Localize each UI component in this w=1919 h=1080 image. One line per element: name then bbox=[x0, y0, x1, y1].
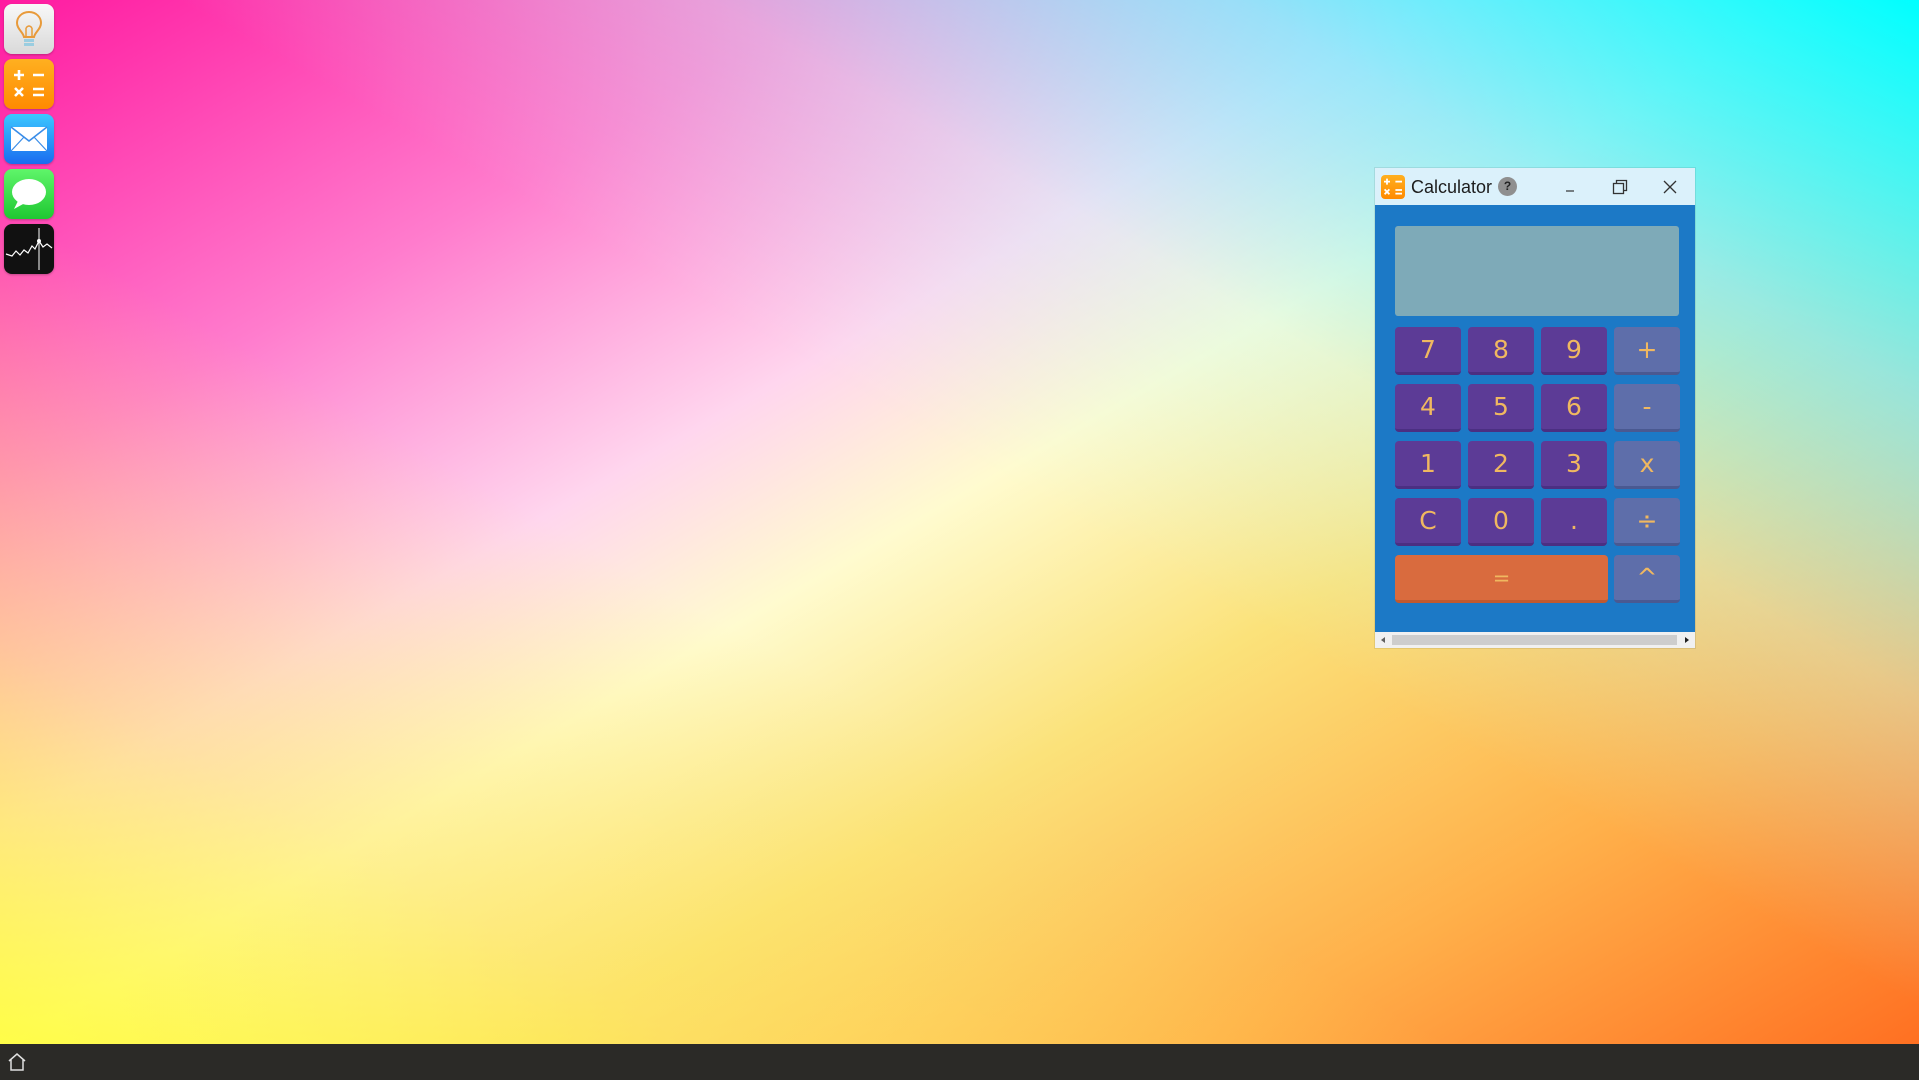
close-button[interactable] bbox=[1650, 172, 1690, 201]
dock-app-messages[interactable] bbox=[4, 169, 54, 219]
dock-app-calculator[interactable] bbox=[4, 59, 54, 109]
key-plus[interactable]: + bbox=[1614, 327, 1680, 375]
scroll-right-button[interactable] bbox=[1679, 632, 1695, 648]
key-minus[interactable]: - bbox=[1614, 384, 1680, 432]
key-5[interactable]: 5 bbox=[1468, 384, 1534, 432]
key-0[interactable]: 0 bbox=[1468, 498, 1534, 546]
speech-bubble-icon bbox=[12, 179, 46, 209]
key-decimal[interactable]: . bbox=[1541, 498, 1607, 546]
key-3[interactable]: 3 bbox=[1541, 441, 1607, 489]
calculator-app-icon bbox=[1381, 175, 1405, 199]
dock-app-tips[interactable] bbox=[4, 4, 54, 54]
key-9[interactable]: 9 bbox=[1541, 327, 1607, 375]
calculator-icon bbox=[14, 70, 44, 97]
caret-left-icon bbox=[1381, 637, 1385, 643]
key-multiply[interactable]: x bbox=[1614, 441, 1680, 489]
caret-right-icon bbox=[1685, 637, 1689, 643]
scroll-left-button[interactable] bbox=[1375, 632, 1391, 648]
calculator-display bbox=[1395, 226, 1679, 316]
minimize-icon bbox=[1566, 189, 1574, 192]
desktop: Calculator ? 7 8 9 + 4 5 6 - 1 2 3 x C 0… bbox=[0, 0, 1919, 1080]
taskbar bbox=[0, 1044, 1919, 1080]
window-titlebar[interactable]: Calculator ? bbox=[1375, 168, 1695, 205]
lightbulb-icon bbox=[15, 10, 43, 46]
envelope-icon bbox=[10, 126, 48, 152]
stock-chart-icon bbox=[5, 228, 53, 270]
key-equals[interactable]: = bbox=[1395, 555, 1608, 603]
app-dock bbox=[4, 4, 54, 274]
scrollbar-thumb[interactable] bbox=[1392, 635, 1677, 645]
window-title: Calculator bbox=[1411, 177, 1493, 197]
restore-icon bbox=[1612, 179, 1628, 194]
key-divide[interactable]: ÷ bbox=[1614, 498, 1680, 546]
key-clear[interactable]: C bbox=[1395, 498, 1461, 546]
dock-app-mail[interactable] bbox=[4, 114, 54, 164]
horizontal-scrollbar[interactable] bbox=[1375, 632, 1695, 648]
close-icon bbox=[1663, 180, 1677, 193]
key-power[interactable]: ^ bbox=[1614, 555, 1680, 603]
key-6[interactable]: 6 bbox=[1541, 384, 1607, 432]
calculator-window: Calculator ? 7 8 9 + 4 5 6 - 1 2 3 x C 0… bbox=[1375, 168, 1695, 648]
home-button[interactable] bbox=[6, 1051, 28, 1073]
home-icon bbox=[8, 1053, 26, 1071]
minimize-button[interactable] bbox=[1550, 172, 1590, 201]
key-8[interactable]: 8 bbox=[1468, 327, 1534, 375]
help-icon[interactable]: ? bbox=[1498, 177, 1517, 196]
dock-app-stocks[interactable] bbox=[4, 224, 54, 274]
key-2[interactable]: 2 bbox=[1468, 441, 1534, 489]
key-1[interactable]: 1 bbox=[1395, 441, 1461, 489]
key-4[interactable]: 4 bbox=[1395, 384, 1461, 432]
maximize-button[interactable] bbox=[1600, 172, 1640, 201]
key-7[interactable]: 7 bbox=[1395, 327, 1461, 375]
